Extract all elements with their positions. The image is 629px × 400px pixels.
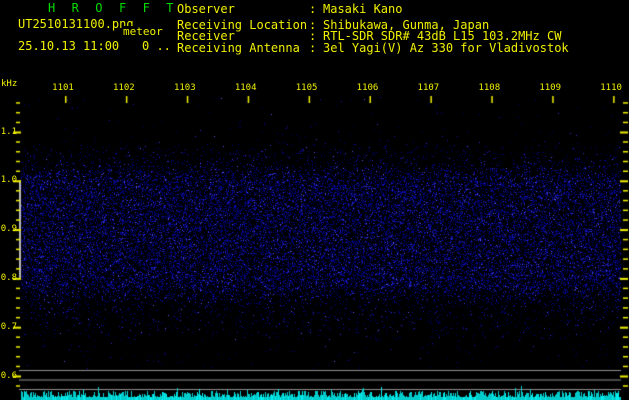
time-tick-label: 1102 bbox=[113, 83, 135, 93]
freq-tick-label: 1.0 bbox=[0, 175, 17, 186]
freq-tick-label: 0.8 bbox=[0, 272, 17, 283]
time-tick-label: 1103 bbox=[173, 83, 196, 93]
time-tick-label: 1107 bbox=[417, 83, 440, 93]
freq-tick-label: 0.9 bbox=[0, 224, 17, 235]
time-tick-label: 1110 bbox=[600, 83, 622, 93]
freq-tick-label: 0.7 bbox=[0, 321, 17, 332]
freq-tick-label: 0.6 bbox=[0, 370, 17, 381]
time-tick-label: 1105 bbox=[295, 83, 318, 93]
time-axis-labels: 1101 1102 1103 1104 1105 1106 1107 1108 1109 1110 bbox=[0, 0, 629, 100]
time-tick-label: 1109 bbox=[539, 83, 562, 93]
freq-tick-label: 1.1 bbox=[0, 126, 17, 137]
hrofft-screen: H R O F F T UT2510131100.png meteor 25.1… bbox=[0, 0, 629, 400]
time-tick-label: 1108 bbox=[478, 83, 501, 93]
time-tick-label: 1104 bbox=[234, 83, 257, 93]
time-tick-label: 1106 bbox=[356, 83, 379, 93]
time-tick-label: 1101 bbox=[52, 83, 74, 93]
